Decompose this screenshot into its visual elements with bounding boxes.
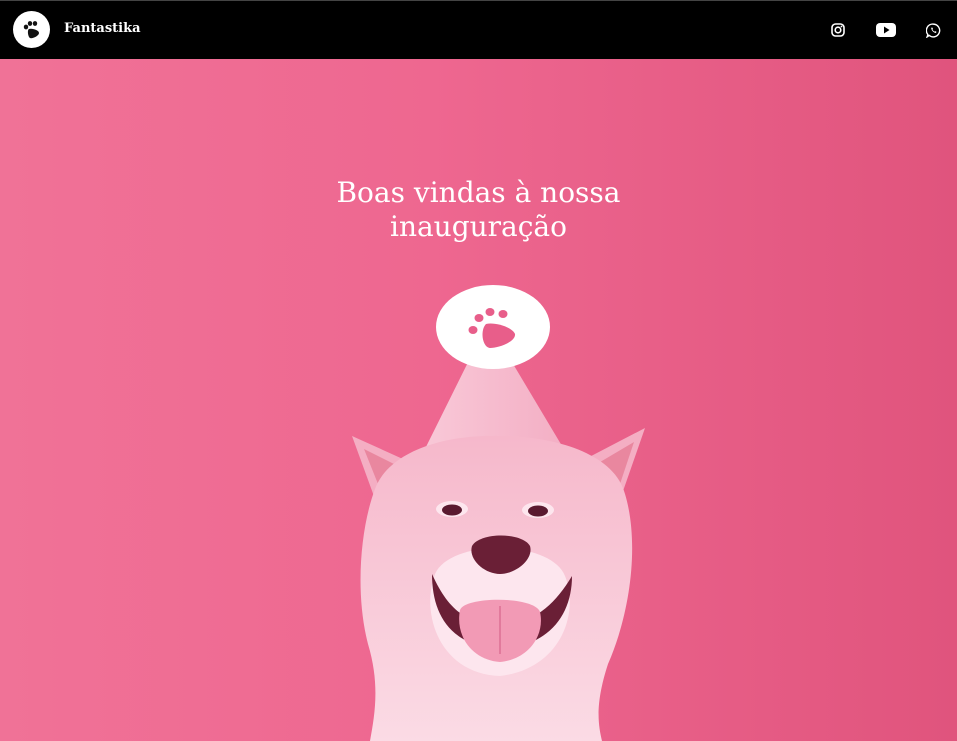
youtube-link[interactable] <box>875 21 897 39</box>
whatsapp-icon <box>925 22 940 38</box>
top-navbar: Fantastika <box>0 0 957 59</box>
youtube-icon <box>876 23 896 37</box>
brand-name[interactable]: Fantastika <box>64 21 141 36</box>
hero-title-line2: inauguração <box>390 210 567 243</box>
instagram-icon <box>831 23 845 37</box>
instagram-link[interactable] <box>829 21 847 39</box>
whatsapp-link[interactable] <box>924 21 942 39</box>
hero-title-line1: Boas vindas à nossa <box>336 176 621 209</box>
site-logo[interactable] <box>13 11 50 48</box>
hero-section: Boas vindas à nossa inauguração <box>0 59 957 741</box>
party-dog-illustration <box>352 285 645 741</box>
paw-icon <box>23 20 39 38</box>
hero-title: Boas vindas à nossa inauguração <box>0 176 957 244</box>
